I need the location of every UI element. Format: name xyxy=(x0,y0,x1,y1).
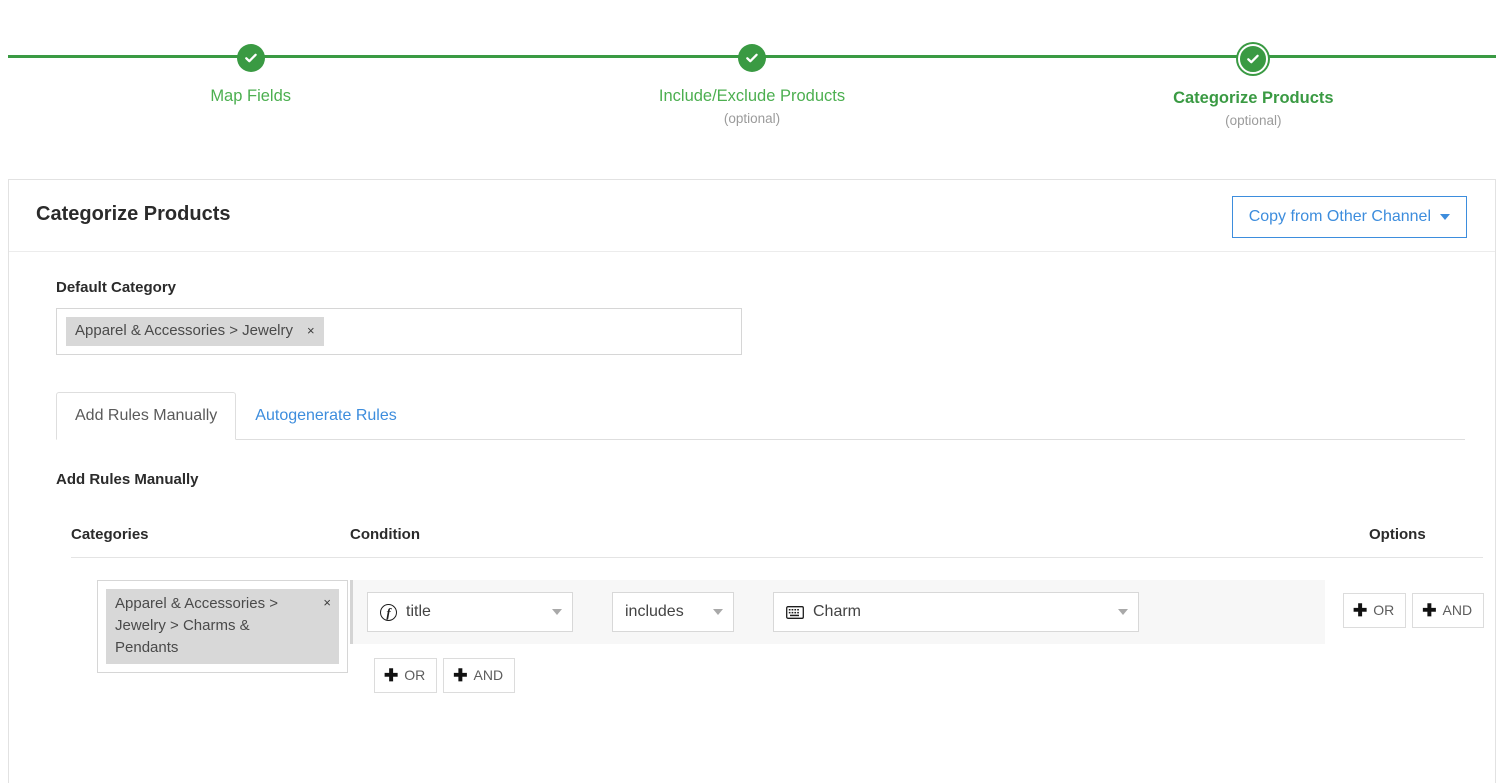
condition-value-text: Charm xyxy=(813,603,862,620)
categorize-products-card: Categorize Products Copy from Other Chan… xyxy=(8,179,1496,783)
category-token: Apparel & Accessories > Jewelry × xyxy=(66,317,324,346)
copy-from-other-channel-button[interactable]: Copy from Other Channel xyxy=(1231,196,1467,238)
condition-field-select[interactable]: f title xyxy=(367,592,573,632)
add-or-group-button[interactable]: ✚ OR xyxy=(1343,593,1407,628)
tab-autogenerate-rules[interactable]: Autogenerate Rules xyxy=(236,392,415,440)
close-icon[interactable]: × xyxy=(307,321,315,341)
inner-logic-buttons: ✚ OR ✚ AND xyxy=(374,658,1325,693)
step-label: Map Fields xyxy=(210,87,292,105)
progress-stepper: Map Fields Include/Exclude Products (opt… xyxy=(0,0,1504,145)
step-optional-note: (optional) xyxy=(723,111,781,126)
plus-icon: ✚ xyxy=(453,666,468,685)
plus-icon: ✚ xyxy=(1422,601,1437,620)
check-circle-icon xyxy=(1238,44,1269,74)
step-optional-note: (optional) xyxy=(1225,113,1282,128)
step-map-fields[interactable]: Map Fields xyxy=(0,44,501,128)
plus-icon: ✚ xyxy=(384,666,399,685)
outer-logic-buttons: ✚ OR ✚ AND xyxy=(1343,580,1485,628)
chevron-down-icon xyxy=(552,609,562,615)
page-title: Categorize Products xyxy=(36,203,231,225)
rule-options-cell xyxy=(1484,580,1504,628)
add-or-label: OR xyxy=(404,667,426,683)
column-header-options: Options xyxy=(1369,526,1426,543)
check-circle-icon xyxy=(236,44,265,72)
step-categorize-products[interactable]: Categorize Products (optional) xyxy=(1003,44,1504,128)
default-category-input[interactable]: Apparel & Accessories > Jewelry × xyxy=(56,308,742,355)
rule-categories-cell: Apparel & Accessories > Jewelry > Charms… xyxy=(71,580,348,673)
step-include-exclude-products[interactable]: Include/Exclude Products (optional) xyxy=(501,44,1002,128)
plus-icon: ✚ xyxy=(1353,601,1368,620)
column-header-condition: Condition xyxy=(350,526,420,543)
condition-group: f title includes Charm xyxy=(350,580,1325,644)
default-category-label: Default Category xyxy=(56,279,177,296)
rule-category-input[interactable]: Apparel & Accessories > Jewelry > Charms… xyxy=(97,580,348,673)
card-header: Categorize Products Copy from Other Chan… xyxy=(9,180,1495,252)
rules-table-header: Categories Condition Options xyxy=(71,525,1483,558)
function-icon: f xyxy=(380,603,397,621)
chevron-down-icon xyxy=(1440,214,1450,220)
column-header-categories: Categories xyxy=(71,526,149,543)
category-token-label: Apparel & Accessories > Jewelry > Charms… xyxy=(115,595,279,656)
section-title: Add Rules Manually xyxy=(56,471,199,488)
chevron-down-icon xyxy=(1118,609,1128,615)
keyboard-icon xyxy=(786,605,804,619)
table-row: Apparel & Accessories > Jewelry > Charms… xyxy=(71,558,1485,693)
category-token-label: Apparel & Accessories > Jewelry xyxy=(75,322,294,339)
add-and-group-label: AND xyxy=(1442,602,1473,618)
rule-condition-cell: f title includes Charm ✚ OR ✚ AND xyxy=(348,580,1325,693)
close-icon[interactable]: × xyxy=(323,593,331,659)
add-and-group-button[interactable]: ✚ AND xyxy=(1412,593,1485,628)
condition-operator-select[interactable]: includes xyxy=(612,592,734,632)
condition-operator-value: includes xyxy=(625,603,684,620)
condition-field-value: title xyxy=(406,603,431,620)
rules-table: Categories Condition Options Apparel & A… xyxy=(71,525,1485,693)
step-label: Include/Exclude Products xyxy=(658,87,846,105)
condition-value-select[interactable]: Charm xyxy=(773,592,1139,632)
copy-button-label: Copy from Other Channel xyxy=(1248,208,1431,225)
chevron-down-icon xyxy=(713,609,723,615)
add-and-label: AND xyxy=(473,667,504,683)
add-and-condition-button[interactable]: ✚ AND xyxy=(443,658,516,693)
step-label: Categorize Products xyxy=(1173,89,1334,107)
add-or-group-label: OR xyxy=(1373,602,1395,618)
tab-add-rules-manually[interactable]: Add Rules Manually xyxy=(56,392,237,440)
rules-tablist: Add Rules Manually Autogenerate Rules xyxy=(56,392,1469,440)
category-token: Apparel & Accessories > Jewelry > Charms… xyxy=(106,589,339,664)
check-circle-icon xyxy=(737,44,766,72)
add-or-condition-button[interactable]: ✚ OR xyxy=(374,658,438,693)
